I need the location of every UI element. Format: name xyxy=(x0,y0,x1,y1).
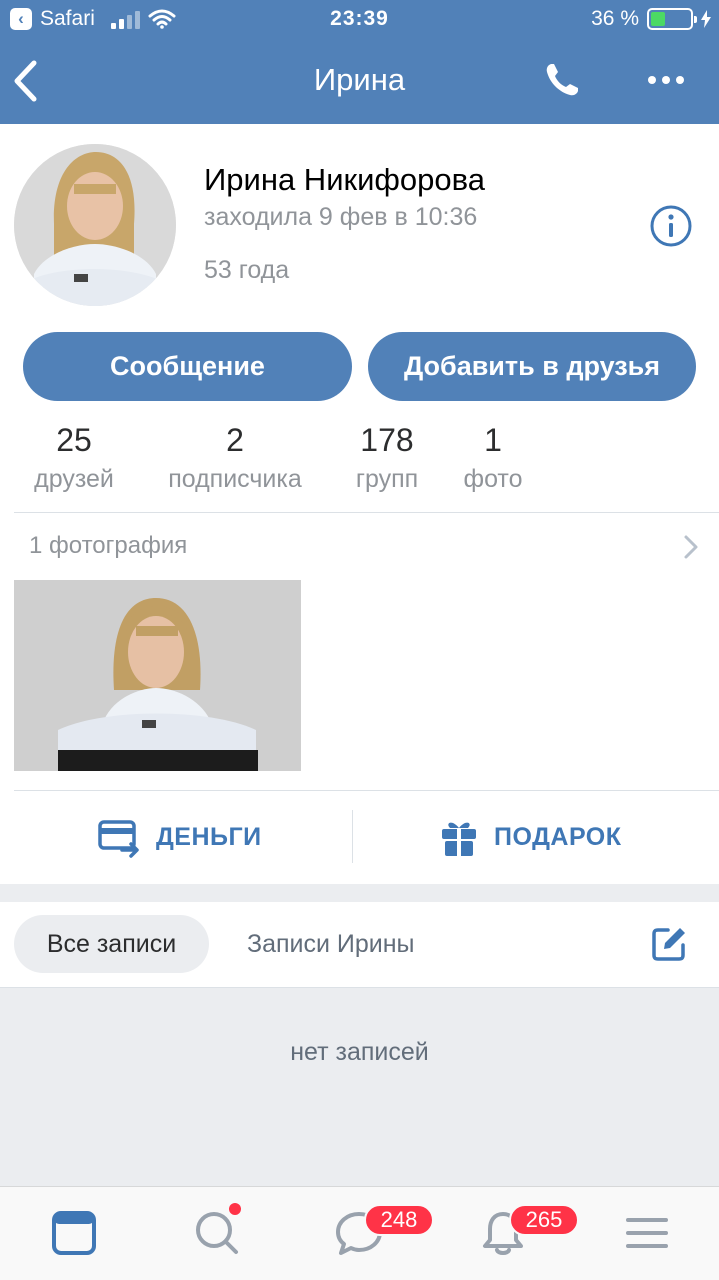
menu-icon[interactable] xyxy=(622,1208,672,1258)
battery-level xyxy=(651,12,665,26)
message-button[interactable]: Сообщение xyxy=(23,332,352,401)
counter-photos[interactable]: 1 фото xyxy=(461,422,525,494)
money-card-icon xyxy=(98,820,139,858)
battery-percent: 36 % xyxy=(591,7,639,30)
photo-thumbnail[interactable] xyxy=(14,580,301,771)
last-seen: заходила 9 фев в 10:36 xyxy=(204,203,478,231)
photo-image xyxy=(14,580,301,771)
tab-all-posts[interactable]: Все записи xyxy=(14,915,209,973)
tab-own-posts[interactable]: Записи Ирины xyxy=(247,930,415,959)
divider xyxy=(14,512,719,513)
search-notification-dot xyxy=(229,1203,241,1215)
messages-badge: 248 xyxy=(364,1204,434,1236)
avatar[interactable] xyxy=(14,144,176,306)
counter-followers[interactable]: 2 подписчика xyxy=(158,422,312,494)
gift-button[interactable]: ПОДАРОК xyxy=(440,812,622,862)
avatar-photo xyxy=(14,144,176,306)
info-icon[interactable] xyxy=(649,204,693,248)
action-separator xyxy=(352,810,353,863)
money-button[interactable]: ДЕНЬГИ xyxy=(98,812,262,862)
news-icon[interactable] xyxy=(50,1208,100,1258)
photos-header[interactable]: 1 фотография xyxy=(29,532,187,560)
status-right: 36 % xyxy=(591,7,711,31)
gift-label: ПОДАРОК xyxy=(494,822,622,851)
profile-name: Ирина Никифорова xyxy=(204,162,485,197)
counter-groups[interactable]: 178 групп xyxy=(349,422,425,494)
more-icon[interactable] xyxy=(644,68,688,92)
counter-label: друзей xyxy=(34,465,114,493)
counter-label: фото xyxy=(463,465,523,493)
top-header: ‹ Safari 23:39 36 % Ирина xyxy=(0,0,719,124)
counter-label: групп xyxy=(355,465,419,493)
search-icon[interactable] xyxy=(192,1208,242,1258)
counter-value: 178 xyxy=(360,422,414,458)
counter-friends[interactable]: 25 друзей xyxy=(28,422,120,494)
money-label: ДЕНЬГИ xyxy=(156,822,262,851)
page-title: Ирина xyxy=(313,62,406,97)
counter-value: 25 xyxy=(56,422,92,458)
phone-icon[interactable] xyxy=(542,60,582,100)
counter-value: 2 xyxy=(226,422,244,458)
notifications-badge: 265 xyxy=(509,1204,579,1236)
profile-age: 53 года xyxy=(204,256,290,284)
gift-icon xyxy=(442,822,476,857)
empty-posts-text: нет записей xyxy=(290,1038,429,1066)
battery-icon xyxy=(647,8,697,30)
counter-value: 1 xyxy=(484,422,502,458)
charging-icon xyxy=(701,10,711,28)
edit-icon[interactable] xyxy=(650,925,688,963)
status-bar: ‹ Safari 23:39 36 % xyxy=(0,0,719,40)
add-friend-button[interactable]: Добавить в друзья xyxy=(368,332,696,401)
chevron-right-icon[interactable] xyxy=(680,533,702,561)
divider xyxy=(14,790,719,791)
counter-label: подписчика xyxy=(168,465,302,493)
